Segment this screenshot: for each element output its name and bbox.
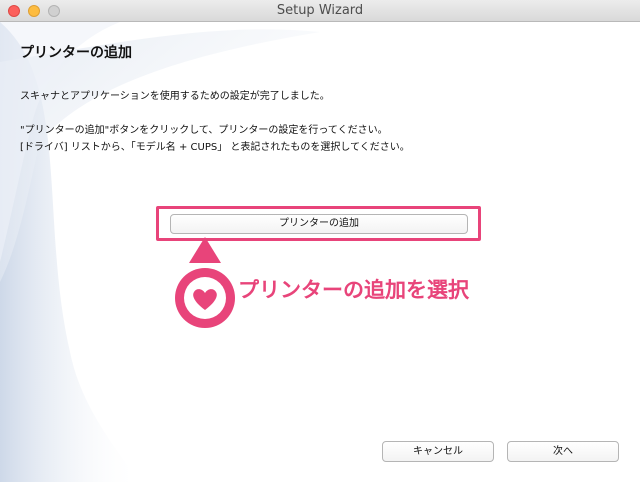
instruction-text-1: "プリンターの追加"ボタンをクリックして、プリンターの設定を行ってください。 — [20, 125, 388, 136]
annotation-text: プリンターの追加を選択 — [238, 278, 469, 302]
setup-wizard-window: Setup Wizard プリンターの追加 スキャナとアプリケーションを使用する… — [0, 0, 640, 482]
callout-pin — [175, 237, 235, 328]
page-heading: プリンターの追加 — [20, 45, 132, 61]
window-title: Setup Wizard — [276, 3, 364, 18]
cancel-button[interactable]: キャンセル — [382, 441, 494, 462]
instruction-text-2: [ドライバ] リストから、「モデル名 + CUPS」 と表記されたものを選択して… — [20, 142, 410, 153]
next-button[interactable]: 次へ — [507, 441, 619, 462]
setup-complete-text: スキャナとアプリケーションを使用するための設定が完了しました。 — [20, 91, 330, 102]
add-printer-button[interactable]: プリンターの追加 — [170, 214, 468, 234]
wizard-content: プリンターの追加 スキャナとアプリケーションを使用するための設定が完了しました。… — [0, 22, 640, 482]
title-bar: Setup Wizard — [0, 0, 640, 22]
